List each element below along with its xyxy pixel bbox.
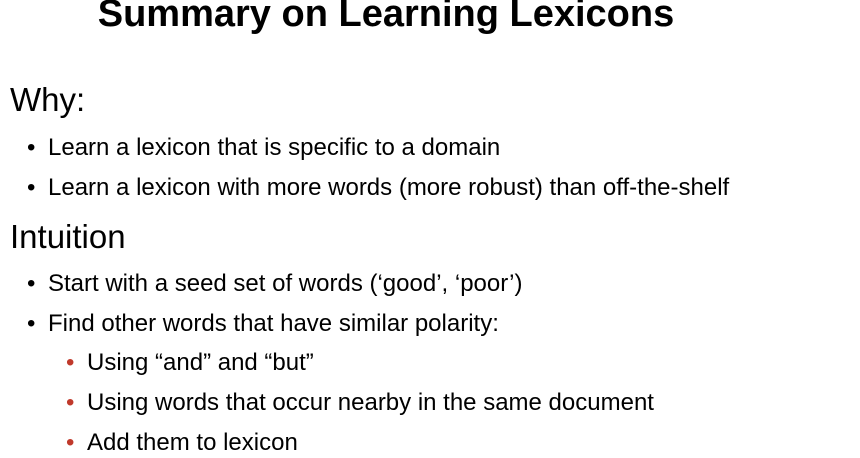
bullet-item: • Learn a lexicon that is specific to a … [27,133,501,163]
sub-bullet-item: • Using “and” and “but” [66,348,314,378]
sub-bullet-text: Using “and” and “but” [87,349,314,376]
bullet-marker-icon: • [27,174,36,201]
bullet-text: Start with a seed set of words (‘good’, … [48,270,523,297]
sub-bullet-text: Add them to lexicon [87,429,298,456]
bullet-text: Find other words that have similar polar… [48,310,499,337]
bullet-text: Learn a lexicon with more words (more ro… [48,174,730,201]
bullet-marker-icon: • [27,270,36,297]
section-heading-intuition: Intuition [10,218,126,255]
bullet-marker-icon: • [27,310,36,337]
bullet-item: • Learn a lexicon with more words (more … [27,173,730,203]
bullet-marker-icon: • [27,134,36,161]
sub-bullet-marker-icon: • [66,389,75,416]
sub-bullet-item: • Using words that occur nearby in the s… [66,388,654,418]
sub-bullet-marker-icon: • [66,429,75,456]
section-heading-why: Why: [10,81,86,118]
sub-bullet-marker-icon: • [66,349,75,376]
bullet-text: Learn a lexicon that is specific to a do… [48,134,501,161]
sub-bullet-text: Using words that occur nearby in the sam… [87,389,654,416]
bullet-item: • Start with a seed set of words (‘good’… [27,269,523,299]
bullet-item: • Find other words that have similar pol… [27,309,499,339]
slide-title: Summary on Learning Lexicons [97,0,675,35]
sub-bullet-item: • Add them to lexicon [66,428,298,458]
